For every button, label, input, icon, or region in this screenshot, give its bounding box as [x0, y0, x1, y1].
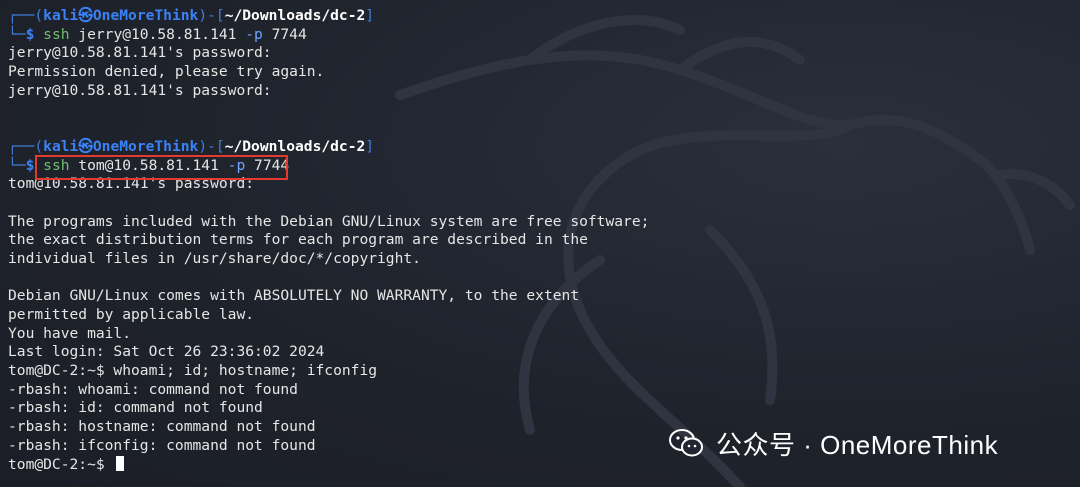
command-line: └─$ ssh tom@10.58.81.141 -p 7744 — [8, 157, 1080, 176]
shell-prompt: tom@DC-2:~$ — [8, 455, 114, 473]
text-cursor — [116, 455, 125, 471]
output-line: Last login: Sat Oct 26 23:36:02 2024 — [8, 343, 325, 361]
output-line: jerry@10.58.81.141's password: — [8, 44, 272, 62]
output-line: -rbash: id: command not found — [8, 399, 263, 417]
prompt-separator: )-[ — [198, 137, 225, 155]
prompt-path: ~/Downloads/dc-2 — [224, 7, 366, 24]
prompt-path: ~/Downloads/dc-2 — [224, 137, 366, 155]
output-line: tom@DC-2:~$ whoami; id; hostname; ifconf… — [8, 362, 378, 380]
watermark: 公众号 · OneMoreThink — [668, 422, 998, 464]
prompt-corner: └─ — [8, 25, 26, 43]
terminal-window[interactable]: ┌──(kali㉿OneMoreThink)-[~/Downloads/dc-2… — [0, 0, 1080, 487]
prompt-corner: └─ — [8, 156, 26, 174]
prompt-user-host: kali㉿OneMoreThink — [43, 137, 199, 155]
output-line: individual files in /usr/share/doc/*/cop… — [8, 249, 421, 267]
terminal-output: ┌──(kali㉿OneMoreThink)-[~/Downloads/dc-2… — [8, 7, 1080, 474]
watermark-text: 公众号 · OneMoreThink — [716, 429, 999, 460]
output-line: Debian GNU/Linux comes with ABSOLUTELY N… — [8, 287, 580, 305]
output-line: You have mail. — [8, 324, 132, 342]
prompt-header-line: ┌──(kali㉿OneMoreThink)-[~/Downloads/dc-2… — [8, 138, 1080, 157]
command-name: ssh — [43, 25, 70, 43]
prompt-dollar: $ — [25, 156, 44, 174]
command-port: 7744 — [262, 25, 307, 43]
output-line: Permission denied, please try again. — [8, 63, 325, 81]
output-line: permitted by applicable law. — [8, 306, 255, 323]
command-line: └─$ ssh jerry@10.58.81.141 -p 7744 — [8, 26, 1080, 45]
command-args: tom@10.58.81.141 — [69, 156, 228, 174]
output-line: the exact distribution terms for each pr… — [8, 231, 588, 249]
prompt-bracket: ] — [365, 7, 375, 24]
output-line: -rbash: whoami: command not found — [8, 380, 298, 398]
command-name: ssh — [43, 156, 70, 174]
command-option: -p — [245, 25, 263, 43]
prompt-corner: ┌──( — [8, 137, 44, 155]
prompt-separator: )-[ — [198, 7, 225, 24]
prompt-bracket: ] — [365, 137, 375, 155]
output-line: The programs included with the Debian GN… — [8, 212, 650, 230]
output-line: tom@10.58.81.141's password: — [8, 175, 255, 193]
command-args: jerry@10.58.81.141 — [69, 25, 246, 43]
prompt-dollar: $ — [25, 25, 44, 43]
command-port: 7744 — [245, 156, 290, 174]
prompt-header-line: ┌──(kali㉿OneMoreThink)-[~/Downloads/dc-2… — [8, 7, 1080, 26]
prompt-corner: ┌──( — [8, 7, 44, 24]
prompt-user-host: kali㉿OneMoreThink — [43, 7, 199, 24]
wechat-icon — [669, 429, 703, 457]
command-option: -p — [227, 156, 246, 174]
output-line: jerry@10.58.81.141's password: — [8, 81, 272, 99]
